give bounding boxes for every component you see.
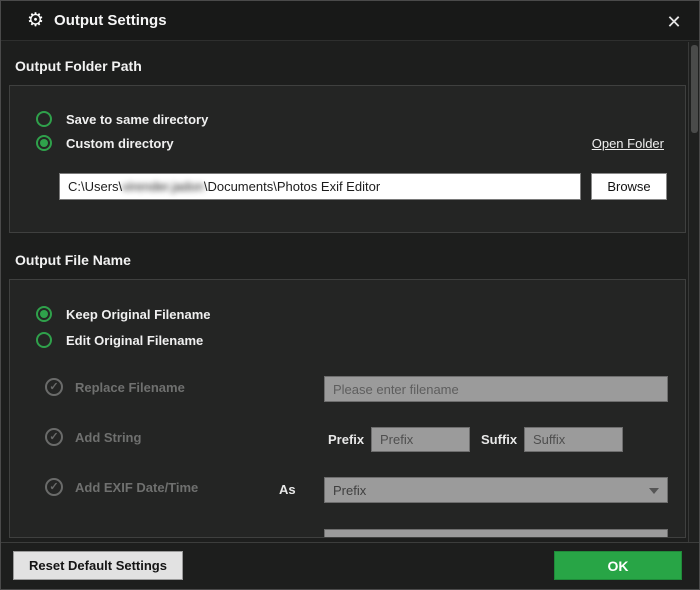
close-icon[interactable]: ✕ [661, 9, 687, 35]
add-exif-label: Add EXIF Date/Time [75, 480, 198, 495]
chevron-down-icon [649, 488, 659, 494]
add-string-label: Add String [75, 430, 141, 445]
folder-section-heading: Output Folder Path [15, 58, 142, 74]
open-folder-link[interactable]: Open Folder [592, 136, 664, 151]
exif-position-dropdown[interactable]: Prefix [324, 477, 668, 503]
check-icon: ✓ [45, 478, 63, 496]
radio-custom-label: Custom directory [66, 136, 174, 151]
gear-icon: ⚙ [27, 9, 44, 32]
output-path-input[interactable]: C:\Users\virender.jadon\Documents\Photos… [59, 173, 581, 200]
filename-section-heading: Output File Name [15, 252, 131, 268]
vertical-scrollbar[interactable] [688, 42, 699, 542]
folder-panel: Save to same directory Custom directory … [9, 85, 686, 233]
title-bar: ⚙ Output Settings ✕ [1, 1, 699, 41]
radio-icon [36, 111, 52, 127]
radio-same-directory[interactable]: Save to same directory [36, 111, 208, 127]
clipped-next-field[interactable] [324, 529, 668, 538]
reset-default-settings-button[interactable]: Reset Default Settings [13, 551, 183, 580]
radio-keep-original[interactable]: Keep Original Filename [36, 306, 211, 322]
ok-button[interactable]: OK [554, 551, 682, 580]
filename-panel: Keep Original Filename Edit Original Fil… [9, 279, 686, 538]
radio-edit-label: Edit Original Filename [66, 333, 203, 348]
prefix-label: Prefix [328, 432, 364, 447]
suffix-label: Suffix [481, 432, 517, 447]
radio-icon-selected [36, 135, 52, 151]
check-icon: ✓ [45, 428, 63, 446]
radio-icon-selected [36, 306, 52, 322]
exif-position-selected: Prefix [333, 483, 366, 498]
as-label: As [279, 482, 296, 497]
radio-icon [36, 332, 52, 348]
radio-edit-original[interactable]: Edit Original Filename [36, 332, 203, 348]
check-icon: ✓ [45, 378, 63, 396]
path-suffix-text: \Documents\Photos Exif Editor [204, 179, 380, 194]
prefix-input[interactable] [371, 427, 470, 452]
scrollbar-thumb[interactable] [691, 45, 698, 133]
radio-custom-directory[interactable]: Custom directory [36, 135, 174, 151]
path-prefix-text: C:\Users\ [68, 179, 122, 194]
window-title: Output Settings [54, 12, 167, 29]
add-exif-checkbox[interactable]: ✓ Add EXIF Date/Time [45, 478, 198, 496]
browse-button[interactable]: Browse [591, 173, 667, 200]
footer-divider [1, 542, 699, 543]
radio-keep-label: Keep Original Filename [66, 307, 211, 322]
path-username-blurred: virender.jadon [122, 179, 204, 194]
suffix-input[interactable] [524, 427, 623, 452]
replace-filename-input[interactable] [324, 376, 668, 402]
replace-filename-checkbox[interactable]: ✓ Replace Filename [45, 378, 185, 396]
add-string-checkbox[interactable]: ✓ Add String [45, 428, 141, 446]
radio-same-label: Save to same directory [66, 112, 208, 127]
replace-filename-label: Replace Filename [75, 380, 185, 395]
